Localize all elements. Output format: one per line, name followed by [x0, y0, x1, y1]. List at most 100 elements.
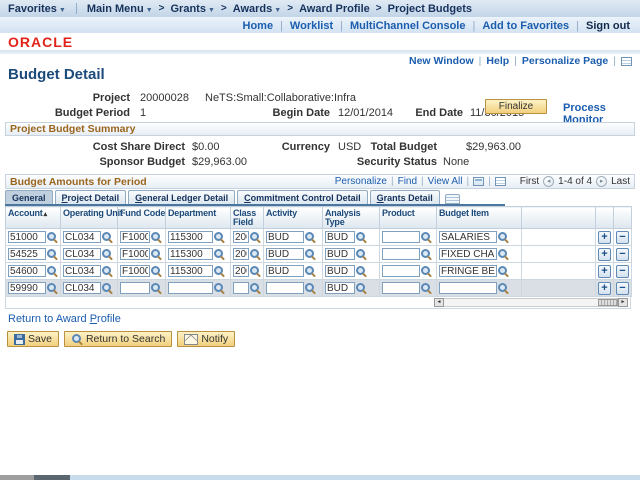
lookup-icon[interactable] [498, 282, 509, 294]
lookup-icon[interactable] [250, 265, 261, 277]
lookup-icon[interactable] [498, 248, 509, 260]
cell-input-fund-code[interactable] [120, 282, 150, 295]
breadcrumb-award-profile[interactable]: Award Profile [299, 3, 370, 15]
new-window-link[interactable]: New Window [409, 55, 474, 67]
lookup-icon[interactable] [151, 265, 162, 277]
cell-input-budget-item[interactable] [439, 282, 497, 295]
grid-horizontal-scrollbar[interactable]: ◄ ► [434, 298, 628, 307]
breadcrumb-project-budgets[interactable]: Project Budgets [388, 3, 472, 15]
cell-input-product[interactable] [382, 265, 420, 278]
col-header-fund-code[interactable]: Fund Code [117, 206, 166, 229]
col-header-class-field[interactable]: Class Field [230, 206, 264, 229]
return-to-search-button[interactable]: Return to Search [63, 331, 173, 347]
find-link[interactable]: Find [398, 176, 417, 188]
cell-input-operating-unit[interactable] [63, 282, 101, 295]
cell-input-product[interactable] [382, 231, 420, 244]
finalize-button[interactable]: Finalize [485, 99, 547, 114]
tab-grants-detail[interactable]: Grants Detail [369, 190, 440, 204]
personalize-link[interactable]: Personalize [335, 176, 387, 188]
cell-input-activity[interactable] [266, 282, 304, 295]
cell-input-operating-unit[interactable] [63, 231, 101, 244]
cell-input-operating-unit[interactable] [63, 265, 101, 278]
cell-input-account[interactable] [8, 248, 46, 261]
page-horizontal-scrollbar[interactable] [0, 475, 640, 480]
tab-general[interactable]: General [5, 190, 53, 204]
delete-row-button[interactable]: − [616, 264, 629, 278]
tab-commitment-control-detail[interactable]: Commitment Control Detail [237, 190, 368, 204]
previous-page-icon[interactable]: ◂ [543, 176, 555, 187]
lookup-icon[interactable] [305, 231, 316, 243]
lookup-icon[interactable] [151, 282, 162, 294]
lookup-icon[interactable] [214, 282, 225, 294]
multichannel-console-link[interactable]: MultiChannel Console [350, 20, 466, 32]
lookup-icon[interactable] [356, 265, 367, 277]
lookup-icon[interactable] [102, 282, 113, 294]
lookup-icon[interactable] [151, 231, 162, 243]
cell-input-product[interactable] [382, 282, 420, 295]
page-layout-icon[interactable] [621, 56, 632, 66]
lookup-icon[interactable] [250, 248, 261, 260]
scroll-track[interactable] [444, 298, 618, 307]
page-scroll-thumb[interactable] [34, 475, 70, 480]
tab-project-detail[interactable]: Project Detail [54, 190, 127, 204]
worklist-link[interactable]: Worklist [290, 20, 333, 32]
cell-input-department[interactable] [168, 231, 213, 244]
cell-input-analysis-type[interactable] [325, 282, 355, 295]
pager-last-label[interactable]: Last [611, 176, 630, 188]
lookup-icon[interactable] [305, 265, 316, 277]
lookup-icon[interactable] [356, 248, 367, 260]
lookup-icon[interactable] [214, 231, 225, 243]
cell-input-class-field[interactable] [233, 265, 249, 278]
scroll-thumb[interactable] [598, 299, 618, 306]
lookup-icon[interactable] [498, 231, 509, 243]
lookup-icon[interactable] [421, 282, 432, 294]
col-header-operating-unit[interactable]: Operating Unit [60, 206, 123, 229]
add-row-button[interactable]: + [598, 230, 611, 244]
pager-first-label[interactable]: First [520, 176, 539, 188]
add-to-favorites-link[interactable]: Add to Favorites [482, 20, 569, 32]
lookup-icon[interactable] [102, 248, 113, 260]
add-row-button[interactable]: + [598, 247, 611, 261]
cell-input-account[interactable] [8, 282, 46, 295]
lookup-icon[interactable] [47, 282, 58, 294]
lookup-icon[interactable] [102, 231, 113, 243]
cell-input-class-field[interactable] [233, 231, 249, 244]
breadcrumb-grants[interactable]: Grants ▼ [170, 3, 214, 15]
col-header-account[interactable]: Account▴ [5, 206, 61, 229]
lookup-icon[interactable] [214, 248, 225, 260]
notify-button[interactable]: Notify [177, 331, 236, 347]
cell-input-budget-item[interactable] [439, 231, 497, 244]
cell-input-department[interactable] [168, 265, 213, 278]
delete-row-button[interactable]: − [616, 247, 629, 261]
breadcrumb-main-menu[interactable]: Main Menu ▼ [87, 3, 153, 15]
cell-input-operating-unit[interactable] [63, 248, 101, 261]
col-header-activity[interactable]: Activity [263, 206, 323, 229]
home-link[interactable]: Home [243, 20, 274, 32]
delete-row-button[interactable]: − [616, 281, 629, 295]
cell-input-analysis-type[interactable] [325, 231, 355, 244]
lookup-icon[interactable] [356, 231, 367, 243]
scroll-left-button[interactable]: ◄ [434, 298, 444, 307]
save-button[interactable]: Save [7, 331, 59, 347]
personalize-page-link[interactable]: Personalize Page [522, 55, 608, 67]
lookup-icon[interactable] [421, 248, 432, 260]
next-page-icon[interactable]: ▸ [596, 176, 608, 187]
breadcrumb-awards[interactable]: Awards ▼ [233, 3, 281, 15]
lookup-icon[interactable] [214, 265, 225, 277]
col-header-analysis-type[interactable]: Analysis Type [322, 206, 380, 229]
cell-input-analysis-type[interactable] [325, 265, 355, 278]
lookup-icon[interactable] [47, 231, 58, 243]
lookup-icon[interactable] [151, 248, 162, 260]
cell-input-department[interactable] [168, 248, 213, 261]
cell-input-budget-item[interactable] [439, 265, 497, 278]
breadcrumb-favorites[interactable]: Favorites ▼ [8, 3, 66, 15]
cell-input-activity[interactable] [266, 265, 304, 278]
show-all-columns-icon[interactable] [444, 194, 460, 204]
lookup-icon[interactable] [421, 265, 432, 277]
lookup-icon[interactable] [356, 282, 367, 294]
view-all-link[interactable]: View All [428, 176, 463, 188]
help-link[interactable]: Help [486, 55, 509, 67]
tab-general-ledger-detail[interactable]: General Ledger Detail [128, 190, 236, 204]
lookup-icon[interactable] [102, 265, 113, 277]
col-header-department[interactable]: Department [165, 206, 231, 229]
